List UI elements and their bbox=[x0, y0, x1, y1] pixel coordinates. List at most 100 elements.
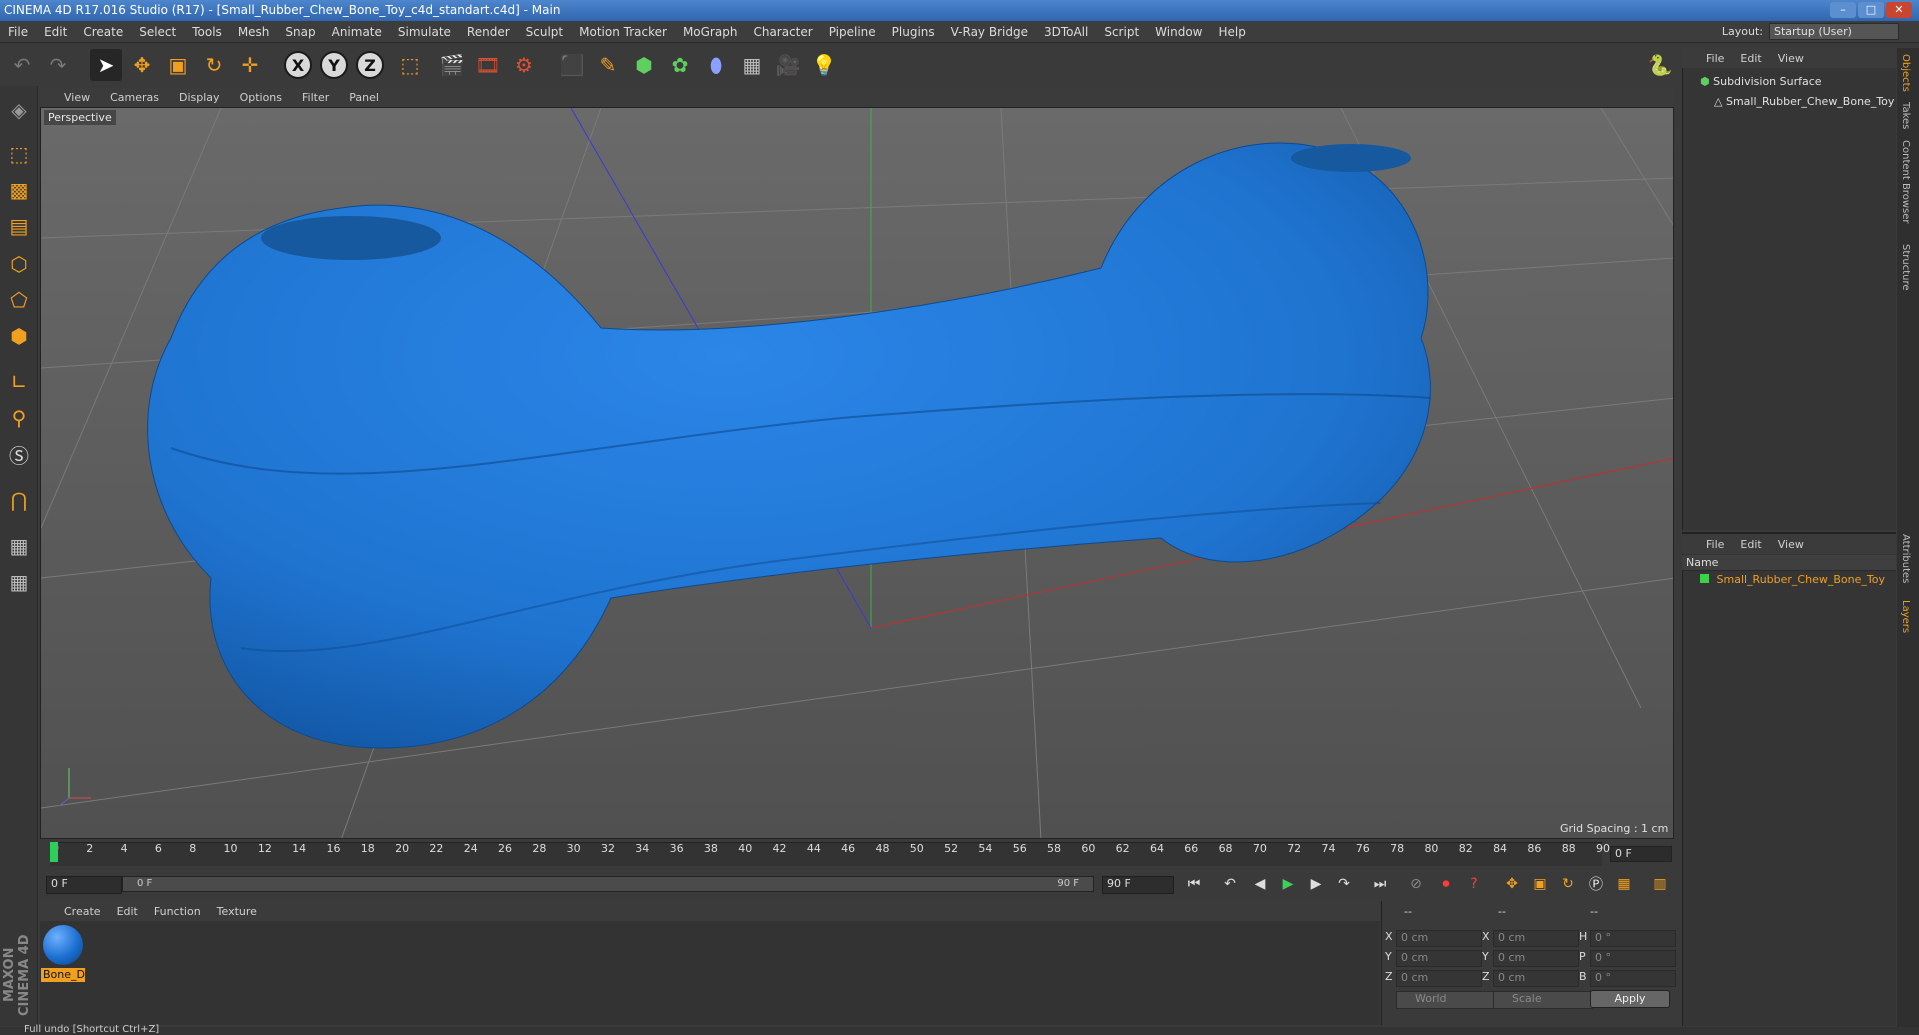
coordinate-space-dropdown[interactable]: World bbox=[1396, 991, 1496, 1009]
menu-help[interactable]: Help bbox=[1210, 25, 1253, 39]
render-settings-icon[interactable]: ⚙ bbox=[508, 49, 540, 81]
scale-tool-icon[interactable]: ▣ bbox=[162, 49, 194, 81]
autokey-icon[interactable]: ⏺ bbox=[1434, 873, 1458, 895]
move-tool-icon[interactable]: ✥ bbox=[126, 49, 158, 81]
object-row-bone-toy[interactable]: △ Small_Rubber_Chew_Bone_Toy bbox=[1714, 94, 1894, 110]
rotation-p-field[interactable]: 0 ° bbox=[1590, 950, 1676, 967]
tweak-mode-icon[interactable]: ⚲ bbox=[3, 402, 35, 434]
menu-snap[interactable]: Snap bbox=[277, 25, 323, 39]
record-keys-icon[interactable]: ⊘ bbox=[1404, 873, 1428, 895]
lm-menu-view[interactable]: View bbox=[1770, 538, 1812, 551]
snap-magnet-icon[interactable]: ⋂ bbox=[3, 484, 35, 516]
parameter-key-icon[interactable]: Ⓟ bbox=[1584, 873, 1608, 895]
menu-script[interactable]: Script bbox=[1096, 25, 1147, 39]
tab-structure[interactable]: Structure bbox=[1900, 244, 1911, 291]
material-name[interactable]: Bone_D bbox=[41, 968, 85, 982]
next-key-icon[interactable]: ↷ bbox=[1332, 873, 1356, 895]
current-frame-field[interactable]: 0 F bbox=[1610, 846, 1672, 862]
size-y-field[interactable]: 0 cm bbox=[1493, 950, 1579, 967]
menu-plugins[interactable]: Plugins bbox=[884, 25, 943, 39]
vp-menu-filter[interactable]: Filter bbox=[292, 91, 339, 104]
vp-menu-options[interactable]: Options bbox=[230, 91, 292, 104]
mat-menu-texture[interactable]: Texture bbox=[209, 905, 265, 918]
rotate-tool-icon[interactable]: ↻ bbox=[198, 49, 230, 81]
vp-menu-display[interactable]: Display bbox=[169, 91, 230, 104]
position-x-field[interactable]: 0 cm bbox=[1396, 930, 1482, 947]
cube-object-icon[interactable]: ⬛ bbox=[556, 49, 588, 81]
menu-select[interactable]: Select bbox=[131, 25, 184, 39]
planar-workplane-icon[interactable]: ▦ bbox=[3, 566, 35, 598]
tab-layers[interactable]: Layers bbox=[1900, 600, 1911, 633]
camera-object-icon[interactable]: 🎥 bbox=[772, 49, 804, 81]
rotation-key-icon[interactable]: ↻ bbox=[1556, 873, 1580, 895]
tab-attributes[interactable]: Attributes bbox=[1900, 534, 1911, 583]
vp-menu-panel[interactable]: Panel bbox=[339, 91, 389, 104]
om-menu-edit[interactable]: Edit bbox=[1732, 52, 1769, 65]
size-z-field[interactable]: 0 cm bbox=[1493, 970, 1579, 987]
select-arrow-icon[interactable]: ➤ bbox=[90, 49, 122, 81]
edges-mode-icon[interactable]: ⬠ bbox=[3, 284, 35, 316]
timeline-window-icon[interactable]: ▥ bbox=[1648, 873, 1672, 895]
mat-menu-edit[interactable]: Edit bbox=[109, 905, 146, 918]
polygons-mode-icon[interactable]: ⬢ bbox=[3, 320, 35, 352]
make-editable-icon[interactable]: ◈ bbox=[3, 94, 35, 126]
end-frame-field[interactable]: 90 F bbox=[1102, 876, 1174, 894]
tab-takes[interactable]: Takes bbox=[1900, 102, 1911, 129]
mograph-cloner-icon[interactable]: ✿ bbox=[664, 49, 696, 81]
position-key-icon[interactable]: ✥ bbox=[1500, 873, 1524, 895]
maximize-button[interactable]: □ bbox=[1858, 2, 1884, 18]
playhead-marker[interactable] bbox=[50, 842, 58, 862]
menu-tools[interactable]: Tools bbox=[184, 25, 230, 39]
mat-menu-function[interactable]: Function bbox=[146, 905, 209, 918]
points-mode-icon[interactable]: ⬡ bbox=[3, 248, 35, 280]
menu-animate[interactable]: Animate bbox=[324, 25, 390, 39]
menu-mograph[interactable]: MoGraph bbox=[675, 25, 746, 39]
menu-file[interactable]: File bbox=[0, 25, 36, 39]
position-y-field[interactable]: 0 cm bbox=[1396, 950, 1482, 967]
apply-button[interactable]: Apply bbox=[1590, 990, 1670, 1008]
menu-window[interactable]: Window bbox=[1147, 25, 1210, 39]
preview-range-slider[interactable]: 0 F 90 F bbox=[122, 876, 1094, 892]
pla-key-icon[interactable]: ▦ bbox=[1612, 873, 1636, 895]
goto-end-icon[interactable]: ⏭ bbox=[1368, 873, 1392, 895]
menu-motion-tracker[interactable]: Motion Tracker bbox=[571, 25, 675, 39]
menu-mesh[interactable]: Mesh bbox=[230, 25, 278, 39]
goto-start-icon[interactable]: ⏮ bbox=[1182, 873, 1206, 895]
mat-menu-create[interactable]: Create bbox=[40, 905, 109, 918]
y-axis-lock-button[interactable]: Y bbox=[320, 51, 348, 79]
menu-simulate[interactable]: Simulate bbox=[390, 25, 459, 39]
z-axis-lock-button[interactable]: Z bbox=[356, 51, 384, 79]
perspective-viewport[interactable] bbox=[40, 107, 1674, 839]
menu-render[interactable]: Render bbox=[459, 25, 518, 39]
menu-character[interactable]: Character bbox=[745, 25, 820, 39]
vp-menu-cameras[interactable]: Cameras bbox=[100, 91, 169, 104]
tab-content-browser[interactable]: Content Browser bbox=[1900, 140, 1911, 223]
last-tool-icon[interactable]: ✛ bbox=[234, 49, 266, 81]
solo-icon[interactable]: Ⓢ bbox=[3, 438, 35, 470]
om-menu-view[interactable]: View bbox=[1770, 52, 1812, 65]
minimize-button[interactable]: – bbox=[1830, 2, 1856, 18]
menu-vray-bridge[interactable]: V-Ray Bridge bbox=[943, 25, 1036, 39]
texture-mode-icon[interactable]: ▩ bbox=[3, 174, 35, 206]
menu-pipeline[interactable]: Pipeline bbox=[821, 25, 884, 39]
object-row-subdivision-surface[interactable]: ⬢ Subdivision Surface bbox=[1700, 74, 1822, 90]
subdivision-surface-icon[interactable]: ⬢ bbox=[628, 49, 660, 81]
redo-icon[interactable]: ↷ bbox=[42, 49, 74, 81]
coordinate-system-icon[interactable]: ⬚ bbox=[394, 49, 426, 81]
material-preview-bone[interactable] bbox=[43, 925, 83, 965]
rotation-h-field[interactable]: 0 ° bbox=[1590, 930, 1676, 947]
next-frame-icon[interactable]: ▶ bbox=[1304, 873, 1328, 895]
rotation-b-field[interactable]: 0 ° bbox=[1590, 970, 1676, 987]
layer-row-bone-toy[interactable]: Small_Rubber_Chew_Bone_Toy bbox=[1700, 572, 1885, 588]
vp-menu-view[interactable]: View bbox=[40, 91, 100, 104]
play-forward-icon[interactable]: ▶ bbox=[1276, 873, 1300, 895]
python-icon[interactable]: 🐍 bbox=[1644, 49, 1676, 81]
model-mode-icon[interactable]: ⬚ bbox=[3, 138, 35, 170]
previous-key-icon[interactable]: ↶ bbox=[1218, 873, 1242, 895]
lm-menu-edit[interactable]: Edit bbox=[1732, 538, 1769, 551]
close-button[interactable]: ✕ bbox=[1886, 2, 1912, 18]
workplane-mode-icon[interactable]: ▤ bbox=[3, 210, 35, 242]
pen-spline-icon[interactable]: ✎ bbox=[592, 49, 624, 81]
deformer-icon[interactable]: ⬮ bbox=[700, 49, 732, 81]
floor-object-icon[interactable]: ▦ bbox=[736, 49, 768, 81]
